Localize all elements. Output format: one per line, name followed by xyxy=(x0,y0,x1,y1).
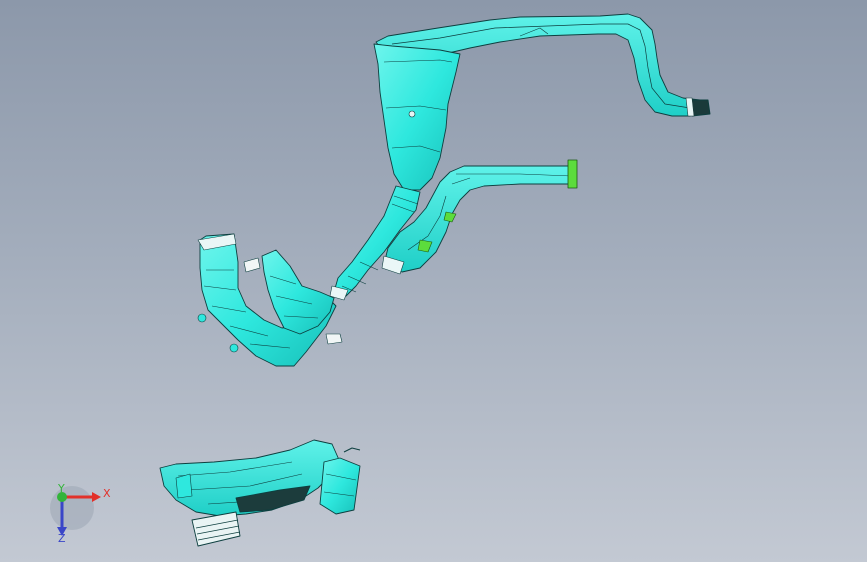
triad-z-label: Z xyxy=(58,532,66,545)
orientation-triad: X Y Z xyxy=(50,482,111,545)
bottom-lower-tube[interactable] xyxy=(191,511,241,547)
green-clip-1 xyxy=(443,211,457,223)
funnel-hole xyxy=(408,110,416,118)
bottom-duct-assembly[interactable] xyxy=(159,439,361,547)
triad-x-label: X xyxy=(103,487,111,500)
bottom-bracket-left xyxy=(175,473,193,499)
triad-y-label: Y xyxy=(57,482,65,495)
green-flange-fitting[interactable] xyxy=(567,159,578,189)
funnel-box[interactable] xyxy=(373,43,461,191)
triad-x-arrow xyxy=(92,492,101,502)
elbow-lug-1 xyxy=(197,313,207,323)
elbow-connector xyxy=(243,257,261,273)
elbow-lug-2 xyxy=(229,343,239,353)
bottom-right-tube[interactable] xyxy=(319,457,361,515)
triad-shadow xyxy=(50,486,94,530)
elbow-pin xyxy=(325,333,343,345)
bottom-hook xyxy=(343,447,361,453)
graphics-viewport[interactable]: X Y Z xyxy=(0,0,867,562)
left-elbow-duct[interactable] xyxy=(197,233,343,367)
